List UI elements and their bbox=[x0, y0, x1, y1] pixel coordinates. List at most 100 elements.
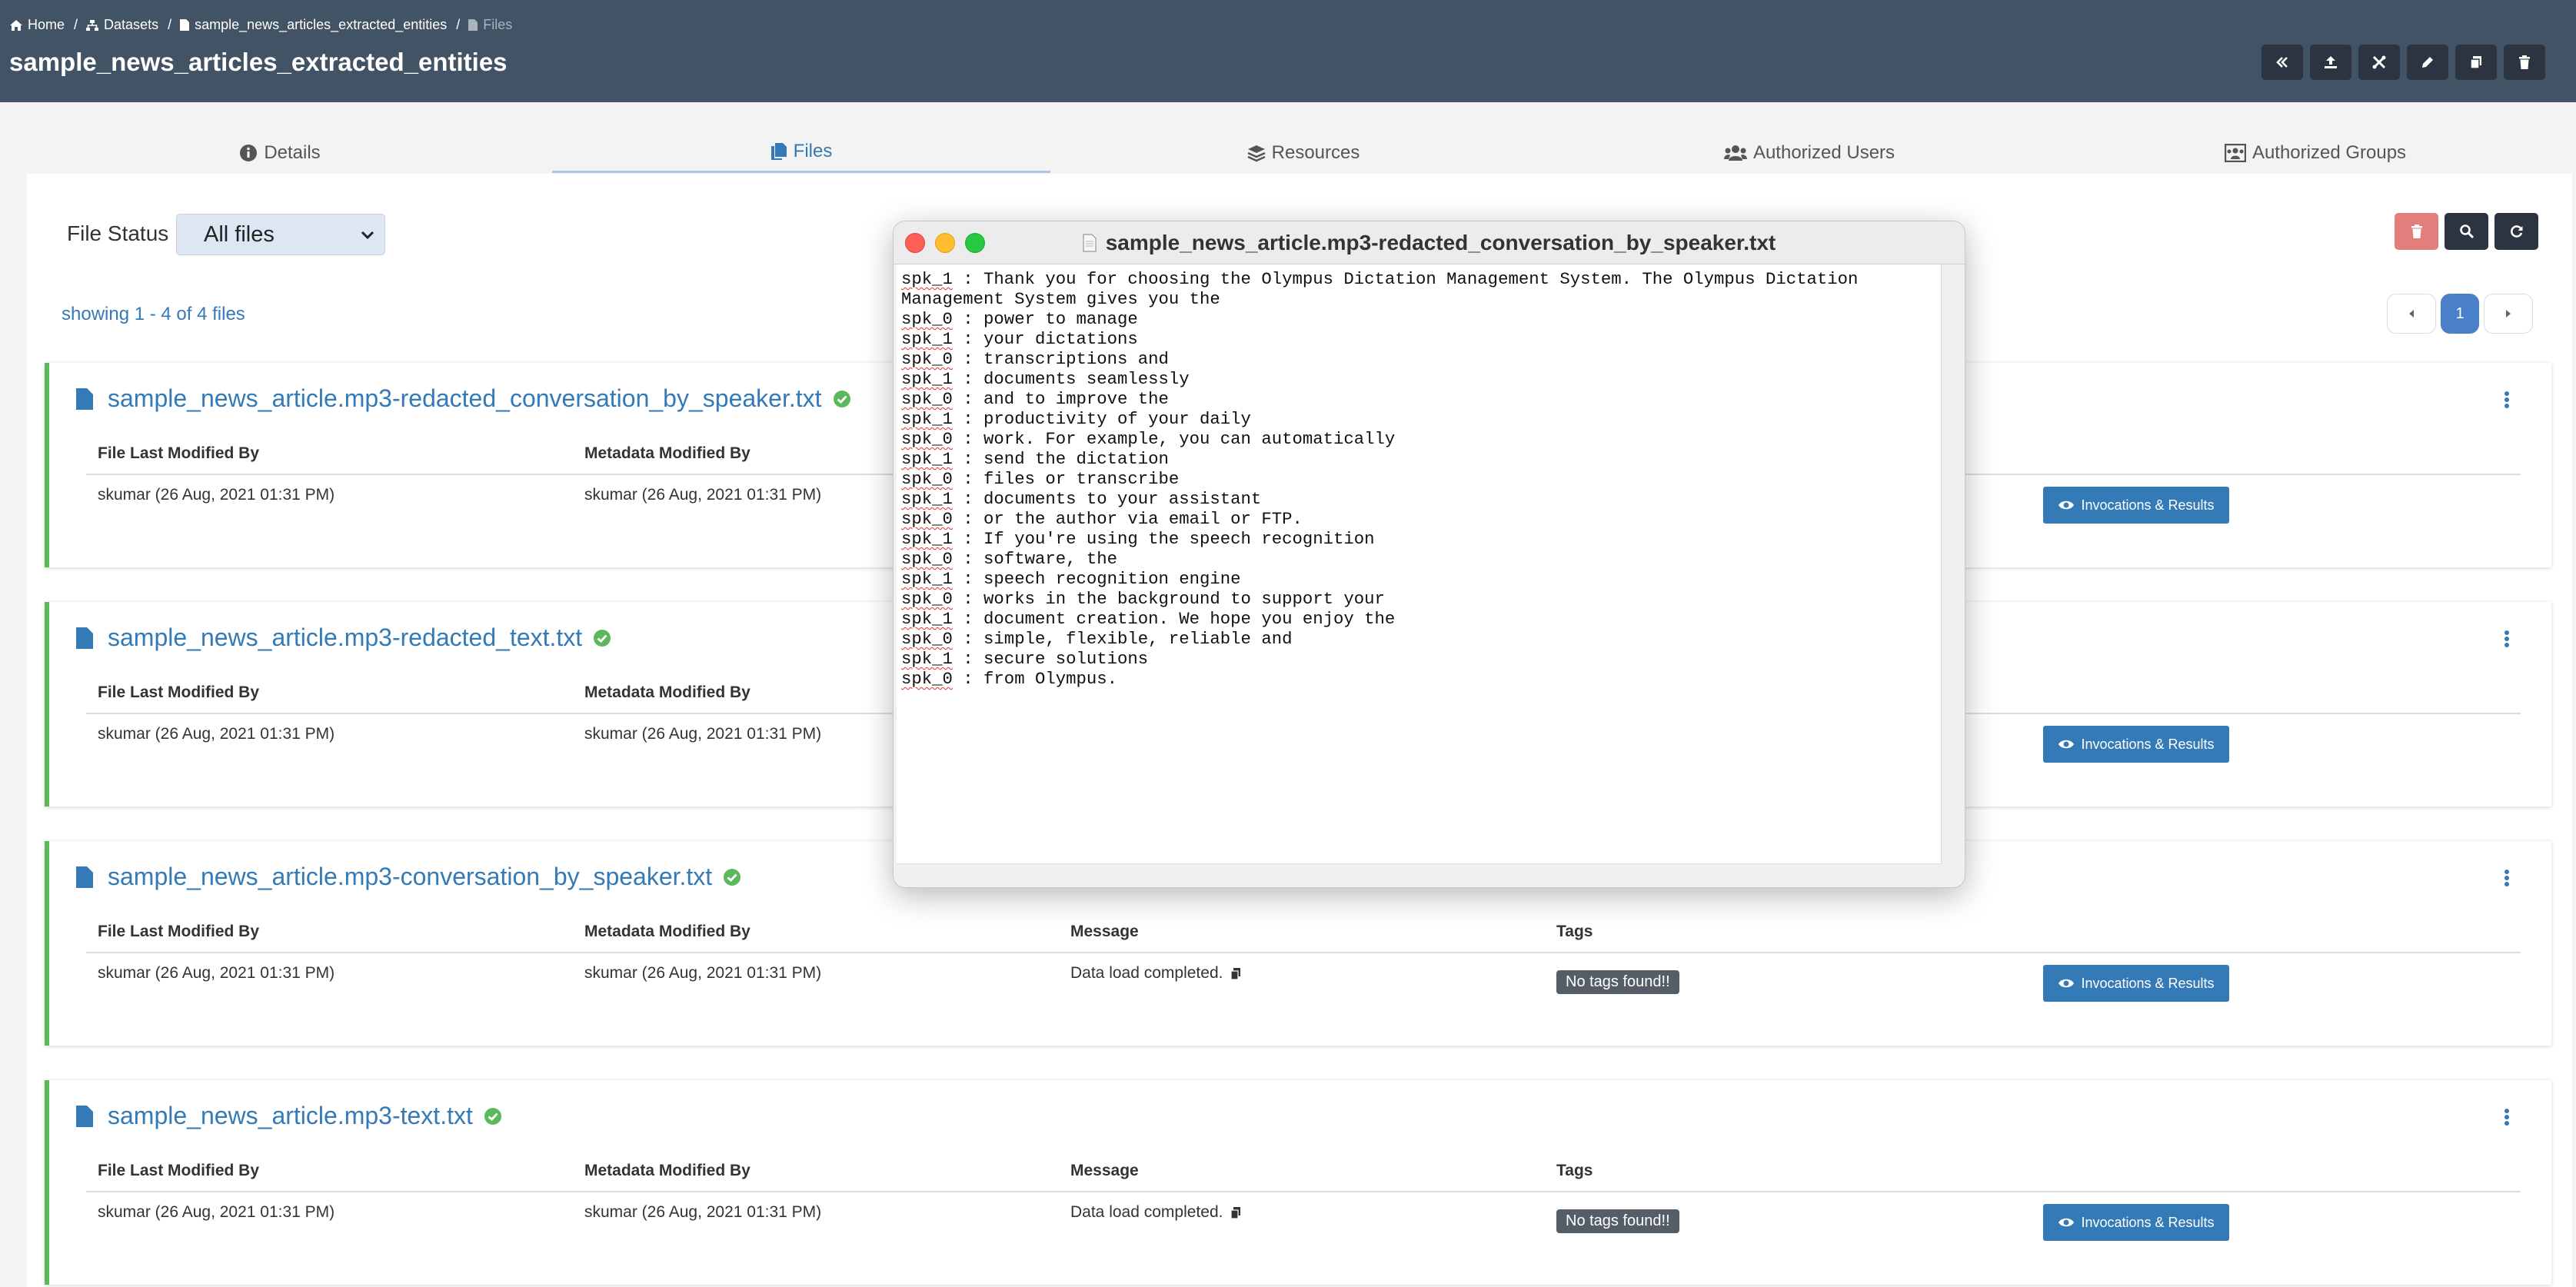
transcript-text: spk_1 : Thank you for choosing the Olymp… bbox=[901, 269, 1936, 689]
file-name-link[interactable]: sample_news_article.mp3-conversation_by_… bbox=[75, 863, 741, 891]
file-name-link[interactable]: sample_news_article.mp3-text.txt bbox=[75, 1102, 502, 1130]
transcript-line: spk_1 : productivity of your daily bbox=[901, 409, 1251, 429]
check-circle-icon bbox=[724, 868, 741, 886]
edit-icon bbox=[2422, 57, 2433, 68]
more-options-icon[interactable] bbox=[2504, 391, 2510, 409]
transcript-line: spk_1 : Thank you for choosing the Olymp… bbox=[901, 269, 1869, 309]
file-name-link[interactable]: sample_news_article.mp3-redacted_convers… bbox=[75, 384, 851, 413]
modified-by-value: skumar (26 Aug, 2021 01:31 PM) bbox=[98, 964, 335, 982]
tab-details[interactable]: Details bbox=[27, 132, 533, 173]
check-circle-icon bbox=[833, 390, 850, 407]
header-toolbar bbox=[2261, 45, 2545, 80]
next-page-button[interactable] bbox=[2484, 294, 2533, 334]
col-header-modified-by: File Last Modified By bbox=[98, 923, 260, 940]
collapse-button[interactable] bbox=[2261, 45, 2303, 80]
transcript-line: spk_1 : send the dictation bbox=[901, 449, 1169, 469]
copy-button[interactable] bbox=[2455, 45, 2497, 80]
copy-icon[interactable] bbox=[1230, 1206, 1241, 1219]
transcript-line: spk_0 : or the author via email or FTP. bbox=[901, 509, 1303, 529]
chevron-right-icon bbox=[2506, 310, 2511, 318]
metadata-by-value: skumar (26 Aug, 2021 01:31 PM) bbox=[584, 964, 822, 982]
tab-resources[interactable]: Resources bbox=[1050, 132, 1556, 173]
message-value: Data load completed. bbox=[1070, 964, 1241, 983]
more-options-icon[interactable] bbox=[2504, 869, 2510, 887]
col-header-modified-by: File Last Modified By bbox=[98, 444, 260, 462]
modified-by-value: skumar (26 Aug, 2021 01:31 PM) bbox=[98, 725, 335, 743]
trash-icon bbox=[2411, 224, 2422, 238]
collapse-icon bbox=[2276, 57, 2288, 68]
col-header-metadata-by: Metadata Modified By bbox=[584, 1162, 751, 1179]
copy-icon[interactable] bbox=[1230, 967, 1241, 980]
invocations-results-button[interactable]: Invocations & Results bbox=[2043, 726, 2229, 763]
transcript-line: spk_1 : documents seamlessly bbox=[901, 369, 1190, 389]
breadcrumb-dataset[interactable]: sample_news_articles_extracted_entities bbox=[179, 17, 447, 33]
more-options-icon[interactable] bbox=[2504, 1108, 2510, 1126]
metadata-by-value: skumar (26 Aug, 2021 01:31 PM) bbox=[584, 1203, 822, 1221]
invocations-results-button[interactable]: Invocations & Results bbox=[2043, 487, 2229, 524]
layers-icon bbox=[1247, 145, 1266, 161]
showing-count: showing 1 - 4 of 4 files bbox=[62, 304, 245, 324]
search-button[interactable] bbox=[2445, 213, 2488, 250]
copy-icon bbox=[2470, 56, 2481, 69]
transcript-line: spk_0 : works in the background to suppo… bbox=[901, 589, 1385, 609]
metadata-by-value: skumar (26 Aug, 2021 01:31 PM) bbox=[584, 725, 822, 743]
document-icon bbox=[1083, 234, 1097, 252]
tab-files[interactable]: Files bbox=[552, 132, 1050, 173]
tools-icon bbox=[2372, 55, 2386, 69]
tab-authorized-groups[interactable]: Authorized Groups bbox=[2062, 132, 2568, 173]
text-content-area[interactable]: spk_1 : Thank you for choosing the Olymp… bbox=[897, 264, 1942, 864]
col-header-metadata-by: Metadata Modified By bbox=[584, 683, 751, 701]
transcript-line: spk_1 : If you're using the speech recog… bbox=[901, 529, 1375, 549]
page-1-button[interactable]: 1 bbox=[2441, 294, 2479, 334]
check-circle-icon bbox=[594, 629, 611, 647]
invocations-results-button[interactable]: Invocations & Results bbox=[2043, 1204, 2229, 1241]
trash-icon bbox=[2519, 55, 2530, 69]
transcript-line: spk_1 : documents to your assistant bbox=[901, 489, 1262, 509]
file-icon bbox=[180, 19, 190, 31]
file-preview-window: sample_news_article.mp3-redacted_convers… bbox=[893, 221, 1965, 888]
users-icon bbox=[1723, 145, 1747, 161]
pagination: 1 bbox=[2387, 294, 2533, 334]
files-icon bbox=[770, 143, 787, 160]
file-status-select[interactable]: All files bbox=[176, 214, 385, 255]
eye-icon bbox=[2058, 979, 2075, 988]
more-options-icon[interactable] bbox=[2504, 630, 2510, 648]
col-header-metadata-by: Metadata Modified By bbox=[584, 444, 751, 462]
upload-button[interactable] bbox=[2310, 45, 2351, 80]
breadcrumb-home[interactable]: Home bbox=[9, 17, 65, 33]
tools-button[interactable] bbox=[2358, 45, 2400, 80]
tab-authorized-users[interactable]: Authorized Users bbox=[1556, 132, 2062, 173]
files-toolbar bbox=[2395, 213, 2538, 250]
breadcrumb-datasets[interactable]: Datasets bbox=[85, 17, 158, 33]
invocations-results-button[interactable]: Invocations & Results bbox=[2043, 965, 2229, 1002]
transcript-line: spk_0 : transcriptions and bbox=[901, 349, 1169, 369]
eye-icon bbox=[2058, 1218, 2075, 1227]
message-value: Data load completed. bbox=[1070, 1203, 1241, 1222]
edit-button[interactable] bbox=[2407, 45, 2448, 80]
col-header-tags: Tags bbox=[1556, 1162, 1593, 1179]
delete-dataset-button[interactable] bbox=[2504, 45, 2545, 80]
transcript-line: spk_0 : work. For example, you can autom… bbox=[901, 429, 1396, 449]
transcript-line: spk_1 : speech recognition engine bbox=[901, 569, 1241, 589]
transcript-line: spk_0 : simple, flexible, reliable and bbox=[901, 629, 1293, 649]
modified-by-value: skumar (26 Aug, 2021 01:31 PM) bbox=[98, 1203, 335, 1221]
file-card: sample_news_article.mp3-text.txt File La… bbox=[45, 1080, 2551, 1285]
col-header-modified-by: File Last Modified By bbox=[98, 1162, 260, 1179]
file-icon bbox=[76, 627, 93, 649]
eye-icon bbox=[2058, 740, 2075, 749]
no-tags-badge: No tags found!! bbox=[1556, 1209, 1679, 1233]
home-icon bbox=[10, 19, 22, 31]
delete-files-button[interactable] bbox=[2395, 213, 2438, 250]
prev-page-button[interactable] bbox=[2387, 294, 2436, 334]
file-icon bbox=[76, 1105, 93, 1127]
refresh-button[interactable] bbox=[2494, 213, 2538, 250]
file-icon bbox=[76, 866, 93, 888]
transcript-line: spk_0 : files or transcribe bbox=[901, 469, 1180, 489]
file-name-link[interactable]: sample_news_article.mp3-redacted_text.tx… bbox=[75, 624, 611, 652]
transcript-line: spk_1 : your dictations bbox=[901, 329, 1138, 349]
sitemap-icon bbox=[86, 19, 99, 31]
transcript-line: spk_0 : from Olympus. bbox=[901, 669, 1117, 689]
col-header-metadata-by: Metadata Modified By bbox=[584, 923, 751, 940]
modified-by-value: skumar (26 Aug, 2021 01:31 PM) bbox=[98, 486, 335, 504]
groups-icon bbox=[2224, 143, 2246, 162]
